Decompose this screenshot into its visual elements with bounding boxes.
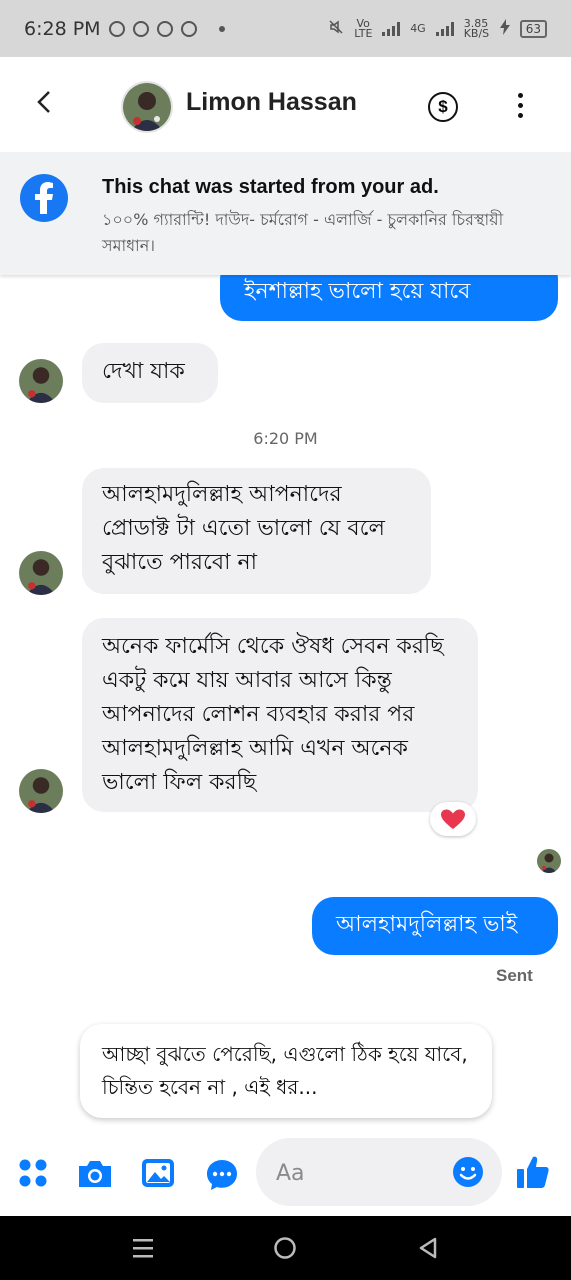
thumbs-up-button[interactable] [516,1154,550,1194]
chevron-left-icon [37,91,50,113]
whatsapp-notification-icon [108,20,125,37]
camera-button[interactable] [76,1158,114,1194]
message-incoming[interactable]: দেখা যাক [82,343,218,403]
gallery-icon [142,1159,174,1187]
contact-avatar[interactable] [121,81,173,133]
mute-icon [328,19,344,38]
banner-ad-text: ১০০% গ্যারান্টি! দাউদ- চর্মরোগ - এলার্জি… [102,210,504,255]
signal-icon [382,21,401,36]
sender-avatar[interactable] [19,551,63,595]
back-nav-button[interactable] [416,1236,440,1264]
menu-dots-button[interactable] [18,1158,48,1192]
signal-2-icon [435,21,454,36]
seen-receipt-avatar [537,849,561,873]
message-input-container[interactable] [256,1138,502,1206]
volte-label: Vo LTE [354,16,373,40]
message-reaction[interactable] [430,802,476,836]
chat-header: Limon Hassan $ [0,57,571,152]
sender-avatar[interactable] [19,769,63,813]
facebook-icon [20,174,68,222]
message-input[interactable] [274,1156,438,1190]
contact-name[interactable]: Limon Hassan [186,88,357,117]
system-navigation-bar [0,1216,571,1280]
recent-apps-icon [133,1239,153,1258]
message-incoming[interactable]: অনেক ফার্মেসি থেকে ঔষধ সেবন করছি একটু কম… [82,618,478,812]
chat-extensions-button[interactable] [205,1158,239,1196]
banner-title: This chat was started from your ad. [102,176,439,198]
back-button[interactable] [34,87,54,117]
emoji-button[interactable] [452,1156,484,1188]
menu-dots-icon [19,1159,47,1187]
status-time: 6:28 PM [24,17,101,40]
payment-dollar-button[interactable]: $ [428,92,458,122]
message-composer [0,1134,571,1216]
status-bar: 6:28 PM Vo LTE 4G 3.85 KB/S 63 [0,0,571,57]
more-notifications-dot-icon [218,25,225,32]
data-speed: 3.85 KB/S [463,16,490,40]
message-status: Sent [496,966,533,985]
message-incoming[interactable]: আলহামদুলিল্লাহ আপনাদের প্রোডাক্ট টা এতো … [82,468,431,594]
chat-bubble-icon [207,1160,237,1190]
home-button[interactable] [273,1236,297,1264]
more-options-button[interactable] [518,93,524,123]
charging-icon [499,19,510,38]
emoji-icon [453,1157,483,1187]
chat-notification-icon [156,20,173,37]
camera-icon [79,1161,111,1187]
app-notification-icon [180,20,197,37]
heart-icon [441,809,465,829]
sender-avatar[interactable] [19,359,63,403]
recent-apps-button[interactable] [131,1236,155,1264]
network-type-label: 4G [410,22,426,35]
message-outgoing[interactable]: আলহামদুলিল্লাহ ভাই [312,897,558,955]
back-triangle-icon [419,1237,437,1259]
home-icon [274,1237,296,1259]
suggested-reply[interactable]: আচ্ছা বুঝতে পেরেছি, এগুলো ঠিক হয়ে যাবে,… [80,1024,492,1118]
message-timestamp: 6:20 PM [253,429,318,448]
dollar-icon: $ [438,97,448,116]
gallery-button[interactable] [141,1158,175,1192]
battery-level: 63 [519,19,547,38]
messenger-notification-icon [132,20,149,37]
thumbs-up-icon [517,1156,549,1188]
ad-origin-banner[interactable]: This chat was started from your ad. ১০০%… [0,152,571,275]
